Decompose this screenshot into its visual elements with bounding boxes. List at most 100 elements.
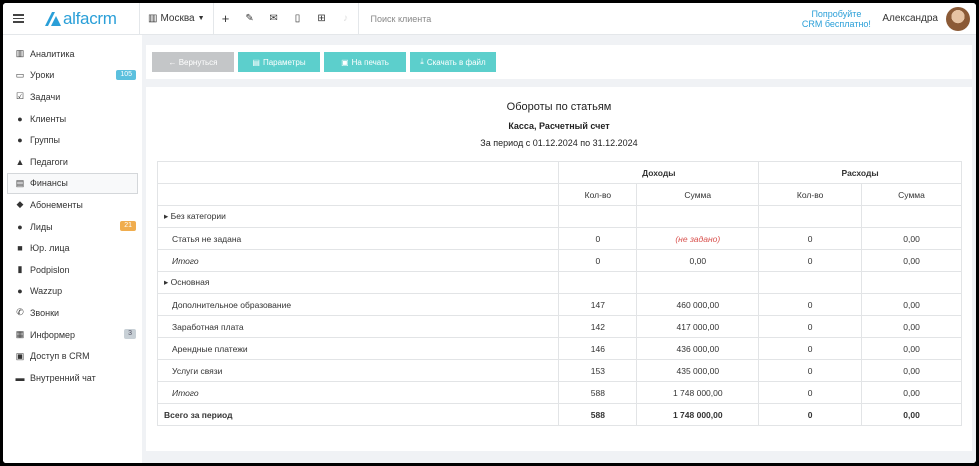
sidebar-item[interactable]: ■ Юр. лица: [3, 237, 142, 259]
sidebar-item[interactable]: ● Wazzup: [3, 281, 142, 303]
sidebar-item-label: Абонементы: [30, 199, 83, 210]
avatar[interactable]: [946, 6, 970, 31]
search-input[interactable]: Поиск клиента: [359, 3, 759, 35]
newspaper-icon: ▦: [15, 329, 25, 340]
row-label-cell: Итого: [156, 381, 560, 404]
income-count-cell: 153: [558, 359, 638, 382]
expense-count-cell: 0: [758, 249, 863, 272]
sidebar-item[interactable]: ● Лиды 21: [3, 216, 142, 238]
file-icon: ▤: [252, 57, 260, 67]
caret-down-icon: ▼: [197, 15, 205, 22]
income-sum-header: Сумма: [636, 183, 760, 206]
document-icon: ▮: [17, 264, 23, 275]
sidebar-item[interactable]: ▬ Внутренний чат: [3, 367, 142, 389]
logo-text: alfacrm: [63, 8, 117, 28]
money-icon: ▤: [15, 177, 25, 188]
sidebar-item-label: Внутренний чат: [30, 372, 96, 383]
add-icon[interactable]: +: [214, 3, 238, 35]
sidebar-item-label: Клиенты: [30, 113, 67, 124]
sidebar-item-label: Podpislon: [30, 264, 70, 275]
income-header: Доходы: [558, 161, 760, 184]
report-panel: Обороты по статьям Касса, Расчетный счет…: [146, 87, 972, 451]
try-free-link[interactable]: Попробуйте CRM бесплатно!: [800, 9, 872, 29]
logo-mark-icon: [45, 11, 61, 26]
sidebar-item-label: Лиды: [30, 221, 53, 232]
income-sum-cell: 436 000,00: [636, 337, 760, 360]
income-count-cell: 146: [558, 337, 638, 360]
sidebar-item-label: Информер: [30, 329, 76, 340]
sidebar: ▥ Аналитика ▭ Уроки 105 ☑ Задачи ● Клиенты ● Групп…: [3, 35, 142, 463]
income-count-cell: 0: [558, 249, 638, 272]
bell-icon[interactable]: ♪: [334, 3, 358, 35]
income-sum-cell: 1 748 000,00: [636, 403, 760, 426]
print-button[interactable]: ▣ На печать: [324, 52, 406, 72]
sidebar-item[interactable]: ▥ Аналитика: [3, 43, 142, 65]
empty-cell: [636, 205, 760, 228]
mobile-icon[interactable]: ▯: [286, 3, 310, 35]
income-count-cell: 588: [558, 403, 638, 426]
tag-icon: ◆: [16, 199, 24, 210]
lock-icon: ▣: [15, 350, 25, 361]
toolbar: ← Вернуться ▤ Параметры ▣ На печать ⤓ Ск…: [146, 45, 972, 79]
sidebar-item-label: Уроки: [30, 70, 55, 81]
count-badge: 21: [120, 220, 136, 231]
sidebar-item[interactable]: ● Клиенты: [3, 108, 142, 130]
phone-icon: ✆: [16, 307, 24, 318]
download-icon: ⤓: [420, 57, 424, 66]
sidebar-item[interactable]: ▤ Финансы: [7, 172, 138, 195]
expense-sum-cell: 0,00: [861, 249, 962, 272]
table-row: Услуги связи 153 435 000,00 0 0,00: [156, 359, 962, 382]
branch-selector[interactable]: ▥ Москва ▼: [140, 3, 213, 35]
wrench-icon[interactable]: ✎: [238, 3, 262, 35]
table-row: Итого 0 0,00 0 0,00: [156, 249, 962, 272]
sidebar-item[interactable]: ● Группы: [3, 129, 142, 151]
sidebar-item[interactable]: ◆ Абонементы: [3, 194, 142, 216]
expense-sum-cell: 0,00: [861, 337, 962, 360]
logo[interactable]: alfacrm: [43, 9, 139, 29]
sidebar-item[interactable]: ✆ Звонки: [3, 302, 142, 324]
table-row: Статья не задана 0 (не задано) 0 0,00: [156, 227, 962, 250]
income-sum-cell: (не задано): [636, 227, 760, 250]
group-label-cell: ▸ Основная: [156, 271, 560, 294]
sidebar-item[interactable]: ▭ Уроки 105: [3, 65, 142, 87]
download-button[interactable]: ⤓ Скачать в файл: [410, 52, 496, 72]
lead-icon: ●: [17, 221, 23, 232]
sidebar-item-label: Аналитика: [30, 48, 75, 59]
empty-cell: [558, 205, 638, 228]
sidebar-item[interactable]: ▣ Доступ в CRM: [3, 345, 142, 367]
sidebar-item-label: Звонки: [30, 307, 60, 318]
sidebar-item-label: Группы: [30, 135, 60, 146]
income-count-cell: 147: [558, 293, 638, 316]
income-count-cell: 588: [558, 381, 638, 404]
tasks-icon: ☑: [15, 91, 25, 102]
table-row: Итого 588 1 748 000,00 0 0,00: [156, 381, 962, 404]
mail-icon[interactable]: ✉: [262, 3, 286, 35]
back-button[interactable]: ← Вернуться: [152, 52, 234, 72]
income-sum-cell: 435 000,00: [636, 359, 760, 382]
top-header: alfacrm ▥ Москва ▼ + ✎ ✉ ▯ ⊞ ♪ Поиск кли…: [3, 3, 976, 35]
cart-icon[interactable]: ⊞: [310, 3, 334, 35]
users-icon: ●: [17, 135, 23, 146]
group-label-cell: ▸ Без категории: [156, 205, 560, 228]
menu-icon[interactable]: [7, 3, 29, 35]
table-row: ▸ Без категории: [156, 205, 962, 228]
expense-sum-cell: 0,00: [861, 381, 962, 404]
sidebar-item[interactable]: ☑ Задачи: [3, 86, 142, 108]
income-count-header: Кол-во: [558, 183, 638, 206]
user-icon: ●: [17, 113, 23, 124]
user-name[interactable]: Александра: [882, 13, 938, 24]
graduation-cap-icon: ▲: [15, 156, 25, 167]
table-row: Всего за период 588 1 748 000,00 0 0,00: [156, 403, 962, 426]
sidebar-item[interactable]: ▲ Педагоги: [3, 151, 142, 173]
expense-sum-cell: 0,00: [861, 293, 962, 316]
params-button[interactable]: ▤ Параметры: [238, 52, 320, 72]
sidebar-item[interactable]: ▮ Podpislon: [3, 259, 142, 281]
sidebar-item[interactable]: ▦ Информер 3: [3, 324, 142, 346]
count-badge: 105: [116, 69, 136, 80]
income-count-cell: 142: [558, 315, 638, 338]
report-title: Обороты по статьям: [506, 101, 612, 113]
report-subtitle: Касса, Расчетный счет: [508, 121, 610, 131]
income-sum-cell: 460 000,00: [636, 293, 760, 316]
sidebar-item-label: Задачи: [30, 91, 61, 102]
calendar-icon: ▭: [15, 69, 25, 80]
